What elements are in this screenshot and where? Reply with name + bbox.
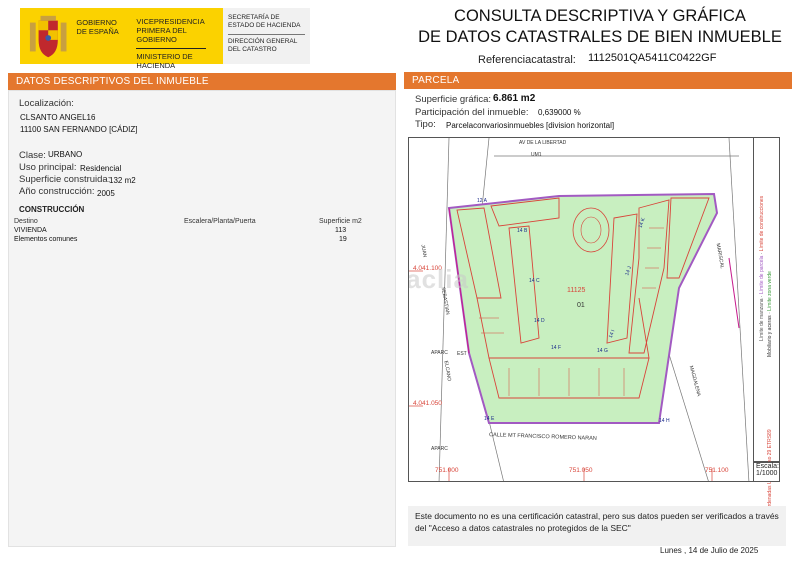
- cell-destino: Elementos comunes: [14, 236, 78, 243]
- tipo-value: Parcelaconvariosinmuebles [division hori…: [446, 121, 615, 130]
- street-top-label: AV DE LA LIBERTAD: [519, 140, 567, 146]
- aparc-label-3: APARC: [431, 446, 448, 452]
- ref-catastral-label: Referenciacatastral:: [478, 54, 576, 66]
- legend-coords: 751.100 Coordenadas U.T.M. Huso 29 ETRS8…: [767, 429, 773, 535]
- government-logo: GOBIERNO DE ESPAÑA VICEPRESIDENCIA PRIME…: [20, 8, 310, 70]
- legend-2-text: Límite de parcela: [759, 255, 765, 295]
- coord-x3: 751.100: [705, 467, 729, 474]
- block-label: 14 E: [484, 416, 495, 422]
- col-superficie: Superficie m2: [319, 218, 362, 225]
- gov-espana-text: GOBIERNO DE ESPAÑA: [76, 18, 119, 36]
- section-header-descriptive: DATOS DESCRIPTIVOS DEL INMUEBLE: [8, 73, 396, 90]
- vicepresidencia-block: VICEPRESIDENCIA PRIMERA DEL GOBIERNO MIN…: [136, 14, 223, 70]
- block-label: 14 F: [551, 345, 562, 351]
- block-label: 14 H: [659, 418, 670, 424]
- anio-value: 2005: [97, 189, 115, 198]
- block-label: 12 A: [477, 198, 488, 204]
- sup-grafica-value: 6.861 m2: [493, 93, 536, 104]
- address-line1: CLSANTO ANGEL16: [20, 113, 96, 122]
- coord-y2: 4.041.050: [413, 400, 442, 407]
- title-line1: CONSULTA DESCRIPTIVA Y GRÁFICA: [454, 7, 746, 25]
- scale-label: Escala:: [756, 463, 779, 470]
- address-line2: 11100 SAN FERNANDO [CÁDIZ]: [20, 125, 138, 134]
- ref-catastral-value: 1112501QA5411C0422GF: [588, 52, 717, 64]
- table-row: VIVIENDA 113: [14, 226, 374, 235]
- direccion-text: DIRECCIÓN GENERAL DEL CATASTRO: [228, 38, 298, 53]
- block-label: 14 G: [597, 348, 608, 354]
- participacion-value: 0,639000 %: [538, 108, 581, 117]
- legend-3-text: Límite de construcciones: [759, 195, 765, 252]
- coord-x1: 751.000: [435, 467, 459, 474]
- gov-grey-band: SECRETARÍA DE ESTADO DE HACIENDA DIRECCI…: [223, 8, 310, 64]
- clase-label: Clase:: [19, 150, 46, 161]
- date-text: Lunes , 14 de Julio de 2025: [660, 546, 759, 555]
- vice-line1: VICEPRESIDENCIA: [136, 17, 205, 26]
- coat-of-arms-icon: [29, 15, 67, 58]
- title-line2: DE DATOS CATASTRALES DE BIEN INMUEBLE: [418, 28, 782, 46]
- disclaimer-notice: Este documento no es una certificación c…: [408, 506, 786, 546]
- scale-value: 1/1000: [756, 470, 778, 477]
- section-header-parcela: PARCELA: [404, 72, 792, 89]
- superficie-label: Superficie construida:: [19, 174, 111, 185]
- localizacion-label: Localización:: [19, 98, 74, 109]
- legend-item: Límite de manzana · Límite de parcela · …: [759, 195, 765, 341]
- table-row: Elementos comunes 19: [14, 235, 374, 244]
- aparc-label-2: EST: [457, 351, 467, 357]
- street-top-sub-label: UM1: [531, 152, 542, 158]
- cell-superficie: 19: [339, 236, 347, 243]
- vice-line2: PRIMERA DEL GOBIERNO: [136, 26, 187, 44]
- clase-value: URBANO: [48, 150, 83, 159]
- map-svg: [409, 138, 750, 481]
- map-legend: Límite de manzana · Límite de parcela · …: [754, 137, 780, 535]
- superficie-value: 132 m2: [109, 176, 136, 185]
- secretaria-text: SECRETARÍA DE ESTADO DE HACIENDA: [228, 14, 301, 29]
- col-destino: Destino: [14, 218, 38, 225]
- anio-label: Año construcción:: [19, 186, 95, 197]
- scale-box: Escala: 1/1000: [754, 462, 780, 482]
- aparc-label-1: APARC: [431, 350, 448, 356]
- watermark-text: habitaclia: [408, 264, 469, 294]
- sup-grafica-label: Superficie gráfica:: [415, 94, 492, 105]
- table-header-row: Destino Escalera/Planta/Puerta Superfici…: [14, 218, 374, 226]
- construccion-table: Destino Escalera/Planta/Puerta Superfici…: [14, 218, 374, 244]
- participacion-label: Participación del inmueble:: [415, 107, 529, 118]
- parcel-sub: 01: [577, 302, 585, 309]
- tipo-label: Tipo:: [415, 119, 436, 130]
- cadastral-map[interactable]: AV DE LA LIBERTAD UM1 CALLE MT FRANCISCO…: [408, 137, 754, 482]
- block-label: 14 B: [517, 228, 528, 234]
- construccion-title: CONSTRUCCIÓN: [19, 205, 85, 214]
- cell-escalera: [184, 235, 319, 244]
- col-escalera: Escalera/Planta/Puerta: [184, 218, 256, 225]
- cell-superficie: 113: [335, 227, 347, 234]
- block-label: 14 C: [529, 278, 540, 284]
- ministry-text: MINISTERIO DE HACIENDA: [136, 52, 193, 70]
- cell-destino: VIVIENDA: [14, 227, 47, 234]
- document-title: CONSULTA DESCRIPTIVA Y GRÁFICA DE DATOS …: [400, 6, 800, 48]
- uso-label: Uso principal:: [19, 162, 77, 173]
- parcel-number: 11125: [567, 287, 586, 294]
- legend-1-text: Límite de manzana: [759, 298, 765, 341]
- uso-value: Residencial: [80, 164, 122, 173]
- gov-yellow-band: GOBIERNO DE ESPAÑA VICEPRESIDENCIA PRIME…: [20, 8, 223, 70]
- block-label: 14 D: [534, 318, 545, 324]
- coord-x2: 751.050: [569, 467, 593, 474]
- cell-escalera: [184, 226, 319, 235]
